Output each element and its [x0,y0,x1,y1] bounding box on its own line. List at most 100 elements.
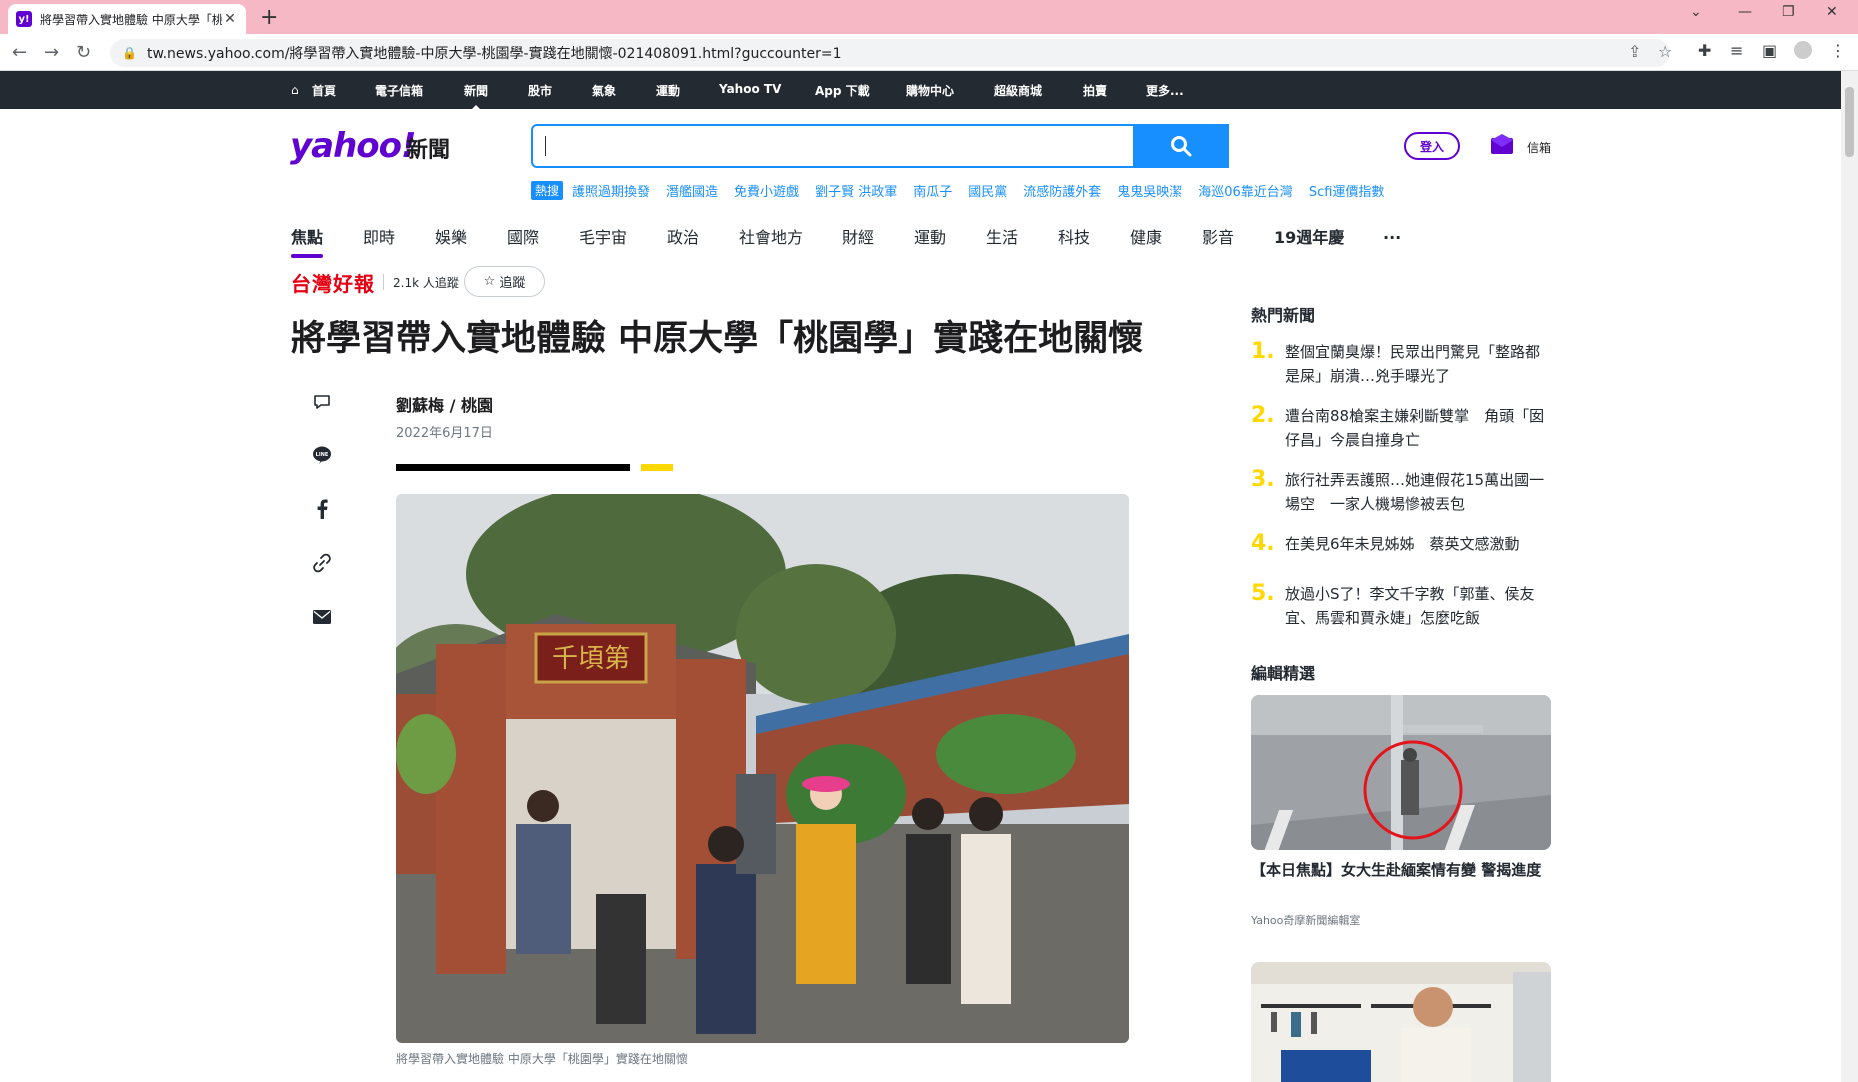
hot-news-title: 熱門新聞 [1251,306,1316,325]
menu-dots-icon[interactable]: ⋮ [1830,41,1846,60]
line-icon[interactable]: LINE [310,443,334,467]
article-author[interactable]: 劉蘇梅 / 桃園 [396,392,493,416]
tab-sports[interactable]: 運動 [914,224,946,248]
tab-search-icon[interactable]: ⌄ [1690,4,1702,20]
trending-term[interactable]: 南瓜子 [913,181,952,200]
facebook-icon[interactable] [310,497,334,521]
hot-news-item[interactable]: 2. 遭台南88槍案主嫌剁斷雙掌 角頭「囡仔昌」今晨自撞身亡 [1251,404,1551,452]
login-button[interactable]: 登入 [1404,132,1460,160]
reload-icon[interactable]: ↻ [76,42,91,63]
page-scrollbar[interactable] [1841,71,1858,1082]
close-tab-icon[interactable]: ✕ [222,11,238,27]
search-button[interactable] [1133,124,1229,168]
extensions-icon[interactable]: ✚ [1698,41,1711,60]
trending-badge: 熱搜 [531,181,564,200]
topnav-weather[interactable]: 氣象 [592,82,616,99]
link-icon[interactable] [310,551,334,575]
divider-bar [396,464,630,471]
tab-tech[interactable]: 科技 [1058,224,1090,248]
close-window-icon[interactable]: ✕ [1826,4,1838,20]
publisher-logo[interactable]: 台灣好報 [291,268,375,297]
bookmark-star-icon[interactable]: ☆ [1658,42,1672,61]
trending-term[interactable]: 鬼鬼吳映潔 [1117,181,1182,200]
pick-thumbnail[interactable] [1251,695,1551,850]
reading-list-icon[interactable]: ≡ [1730,41,1743,60]
trending-term[interactable]: 免費小遊戲 [734,181,799,200]
tab-international[interactable]: 國際 [507,224,539,248]
mail-label[interactable]: 信箱 [1527,139,1551,156]
yahoo-logo[interactable]: yahoo! [290,126,417,166]
new-tab-icon[interactable]: + [260,5,278,30]
browser-tab-bar: y! 將學習帶入實地體驗 中原大學「桃 ✕ + ⌄ — ❐ ✕ [0,0,1858,34]
hot-news-text[interactable]: 旅行社弄丟護照…她連假花15萬出國一場空 一家人機場慘被丟包 [1285,468,1551,516]
tab-title: 將學習帶入實地體驗 中原大學「桃 [40,12,222,27]
hot-news-item[interactable]: 3. 旅行社弄丟護照…她連假花15萬出國一場空 一家人機場慘被丟包 [1251,468,1551,516]
tab-health[interactable]: 健康 [1130,224,1162,248]
tab-life[interactable]: 生活 [986,224,1018,248]
url-field[interactable]: 🔒 tw.news.yahoo.com/將學習帶入實地體驗-中原大學-桃園學-實… [110,39,1670,67]
hot-news-item[interactable]: 4. 在美見6年未見姊姊 蔡英文感激動 [1251,532,1551,556]
hot-news-item[interactable]: 1. 整個宜蘭臭爆！民眾出門驚見「整路都是屎」崩潰…兇手曝光了 [1251,340,1551,388]
trending-term[interactable]: 海巡06靠近台灣 [1198,181,1293,200]
search-input[interactable] [531,124,1229,168]
tab-entertainment[interactable]: 娛樂 [435,224,467,248]
hot-news-item[interactable]: 5. 放過小S了！李文千字教「郭董、侯友宜、馬雲和賈永婕」怎麼吃飯 [1251,582,1551,630]
hot-news-text[interactable]: 整個宜蘭臭爆！民眾出門驚見「整路都是屎」崩潰…兇手曝光了 [1285,340,1551,388]
topnav-mall[interactable]: 超級商城 [994,82,1042,99]
trending-term[interactable]: 流感防護外套 [1023,181,1101,200]
topnav-yahoo-tv[interactable]: Yahoo TV [719,82,781,96]
topnav-mail[interactable]: 電子信箱 [375,82,423,99]
topnav-app-download[interactable]: App 下載 [815,82,870,99]
email-icon[interactable] [310,605,334,629]
topnav-stocks[interactable]: 股市 [528,82,552,99]
tab-pets[interactable]: 毛宇宙 [579,224,627,248]
profile-avatar[interactable] [1794,41,1812,59]
pick-thumbnail-2[interactable] [1251,962,1551,1082]
tab-politics[interactable]: 政治 [667,224,699,248]
tab-anniversary[interactable]: 19週年慶 [1274,224,1344,248]
topnav-home[interactable]: 首頁 [312,82,336,99]
browser-tab[interactable]: y! 將學習帶入實地體驗 中原大學「桃 ✕ [8,4,246,34]
topnav-more[interactable]: 更多... [1146,82,1184,99]
follow-button[interactable]: ☆ 追蹤 [464,266,545,297]
topnav-shopping[interactable]: 購物中心 [906,82,954,99]
topnav-news[interactable]: 新聞 [464,82,488,111]
search-icon [1171,136,1192,157]
pick-source: Yahoo奇摩新聞編輯室 [1251,914,1361,927]
maximize-icon[interactable]: ❐ [1782,4,1795,20]
tab-more[interactable]: ... [1383,224,1401,243]
share-icon[interactable]: ⇪ [1628,42,1641,61]
tab-video[interactable]: 影音 [1202,224,1234,248]
comment-icon[interactable] [310,390,334,414]
news-section-label[interactable]: 新聞 [406,132,450,164]
hot-news-text[interactable]: 在美見6年未見姊姊 蔡英文感激動 [1285,532,1551,556]
trending-term[interactable]: 國民黨 [968,181,1007,200]
hot-news-text[interactable]: 遭台南88槍案主嫌剁斷雙掌 角頭「囡仔昌」今晨自撞身亡 [1285,404,1551,452]
home-icon[interactable]: ⌂ [291,83,299,97]
trending-term[interactable]: 潛艦國造 [666,181,718,200]
minimize-icon[interactable]: — [1738,4,1752,20]
pick-title[interactable]: 【本日焦點】女大生赴緬案情有變 警揭進度 [1251,858,1551,882]
trending-term[interactable]: 劉子賢 洪政軍 [815,181,897,200]
tab-realtime[interactable]: 即時 [363,224,395,248]
rank-number: 4. [1251,531,1275,556]
scrollbar-thumb[interactable] [1845,87,1854,157]
tab-society[interactable]: 社會地方 [739,224,803,248]
tab-focus[interactable]: 焦點 [291,224,324,258]
rank-number: 3. [1251,467,1275,492]
hot-news-text[interactable]: 放過小S了！李文千字教「郭董、侯友宜、馬雲和賈永婕」怎麼吃飯 [1285,582,1551,630]
svg-text:LINE: LINE [316,452,329,458]
topnav-auction[interactable]: 拍賣 [1083,82,1107,99]
lock-icon[interactable]: 🔒 [122,46,137,60]
tab-finance[interactable]: 財經 [842,224,874,248]
back-icon[interactable]: ← [12,42,27,63]
trending-term[interactable]: 護照過期換發 [572,181,650,200]
gate-sign-text: 千頃第 [552,644,630,674]
forward-icon[interactable]: → [44,42,59,63]
mail-icon[interactable] [1490,132,1514,156]
topnav-sports[interactable]: 運動 [656,82,680,99]
yahoo-top-nav: ⌂ 首頁 電子信箱 新聞 股市 氣象 運動 Yahoo TV App 下載 購物… [0,71,1858,111]
address-bar-row: ← → ↻ 🔒 tw.news.yahoo.com/將學習帶入實地體驗-中原大學… [0,34,1858,71]
side-panel-icon[interactable]: ▣ [1762,41,1777,60]
trending-term[interactable]: Scfi運價指數 [1309,181,1385,200]
